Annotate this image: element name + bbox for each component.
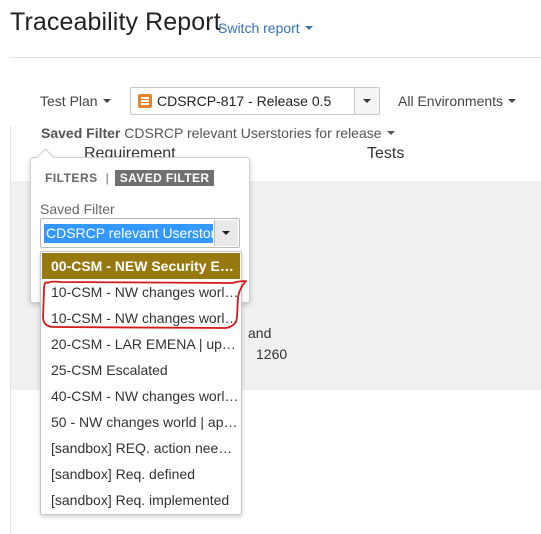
tab-saved-filter[interactable]: SAVED FILTER: [114, 170, 215, 186]
saved-filter-option[interactable]: 00-CSM - NEW Security Enhancements: [42, 253, 240, 279]
header-divider: [10, 57, 541, 58]
chevron-down-icon: [304, 26, 313, 31]
page-title: Traceability Report: [10, 8, 221, 36]
test-plan-dropdown[interactable]: Test Plan: [40, 93, 111, 109]
saved-filter-option[interactable]: 20-CSM - LAR EMENA | updates: [42, 331, 240, 357]
saved-filter-option[interactable]: 50 - NW changes world | approved: [42, 409, 240, 435]
saved-filter-value: CDSRCP relevant Userstories for release: [124, 125, 382, 141]
row-text-fragment: 1260: [256, 346, 288, 362]
saved-filter-option[interactable]: [sandbox] Req. implemented: [42, 487, 240, 513]
popover-arrow: [36, 148, 55, 167]
test-plan-icon: [138, 94, 152, 108]
saved-filter-option[interactable]: 25-CSM Escalated: [42, 357, 240, 383]
saved-filter-option[interactable]: [sandbox] Req. defined: [42, 461, 240, 487]
saved-filter-select[interactable]: CDSRCP relevant Userstories for release: [40, 218, 240, 248]
test-plan-value: CDSRCP-817 - Release 0.5: [157, 93, 332, 109]
tab-separator: |: [105, 171, 109, 185]
switch-report-dropdown[interactable]: Switch report: [218, 20, 313, 36]
chevron-down-icon: [222, 231, 230, 235]
test-plan-label: Test Plan: [40, 93, 98, 109]
chevron-down-icon: [386, 131, 395, 136]
saved-filter-label: Saved Filter: [41, 125, 121, 141]
environment-label: All Environments: [398, 93, 504, 109]
saved-filter-option[interactable]: 10-CSM - NW changes world | affected: [42, 279, 240, 305]
saved-filter-option[interactable]: [sandbox] REQ. action needed: [42, 435, 240, 461]
saved-filter-option[interactable]: 10-CSM - NW changes world | defined: [42, 305, 240, 331]
filter-tabs: FILTERS | SAVED FILTER: [45, 170, 215, 186]
saved-filter-field-label: Saved Filter: [40, 201, 115, 217]
chevron-down-icon: [363, 99, 371, 103]
saved-filter-select-toggle[interactable]: [214, 220, 238, 246]
environment-dropdown[interactable]: All Environments: [398, 93, 517, 109]
test-plan-select[interactable]: CDSRCP-817 - Release 0.5: [130, 87, 380, 115]
switch-report-label: Switch report: [218, 20, 300, 36]
saved-filter-options: 00-CSM - NEW Security Enhancements 10-CS…: [40, 251, 242, 515]
test-plan-select-toggle[interactable]: [354, 88, 379, 114]
chevron-down-icon: [102, 99, 111, 104]
row-text-fragment: and: [248, 325, 272, 341]
column-header-tests: Tests: [367, 145, 405, 162]
saved-filter-select-value[interactable]: CDSRCP relevant Userstories for release: [44, 224, 213, 243]
chevron-down-icon: [508, 99, 517, 104]
saved-filter-toggle[interactable]: Saved Filter CDSRCP relevant Userstories…: [41, 125, 395, 141]
tab-filters[interactable]: FILTERS: [45, 171, 98, 185]
saved-filter-option[interactable]: 40-CSM - NW changes world | implemented: [42, 383, 240, 409]
